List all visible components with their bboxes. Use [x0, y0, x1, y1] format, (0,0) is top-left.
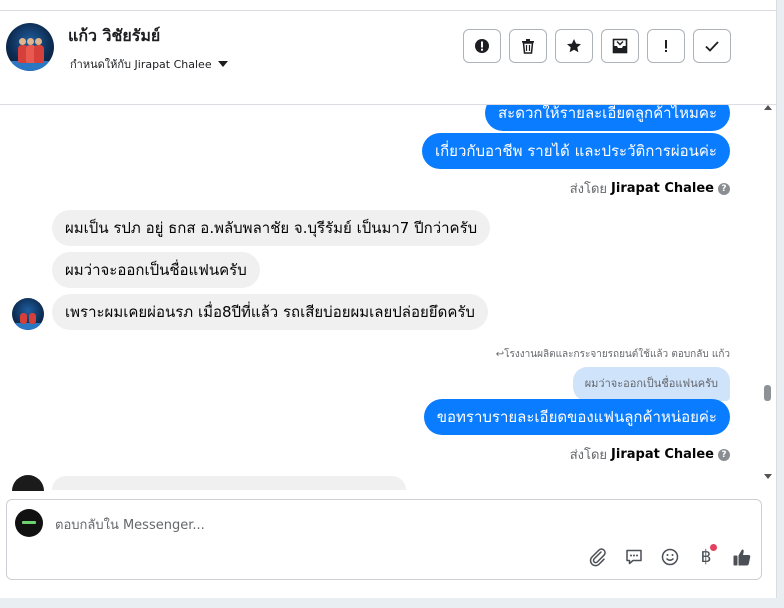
baht-icon: ฿: [700, 547, 712, 567]
caret-down-icon: [217, 61, 228, 67]
outgoing-message[interactable]: ขอทราบรายละเอียดของแฟนลูกค้าหน่อยค่ะ: [423, 399, 730, 435]
outgoing-message[interactable]: สะดวกให้รายละเอียดลูกค้าไหมคะ: [485, 105, 730, 131]
assignee-dropdown[interactable]: กำหนดให้กับ Jirapat Chalee: [70, 55, 228, 73]
mark-done-button[interactable]: [693, 29, 731, 63]
notification-dot: [710, 544, 717, 551]
saved-replies-button[interactable]: [623, 546, 645, 568]
reply-composer[interactable]: ตอบกลับใน Messenger... ฿: [6, 499, 762, 580]
exclamation-icon: [665, 40, 667, 52]
archive-button[interactable]: [601, 29, 639, 63]
mark-important-button[interactable]: [647, 29, 685, 63]
star-icon: [567, 39, 581, 53]
delete-button[interactable]: [509, 29, 547, 63]
check-icon: [705, 41, 719, 52]
sent-by-prefix: ส่งโดย: [569, 182, 608, 197]
reply-input[interactable]: ตอบกลับใน Messenger...: [55, 514, 205, 535]
paperclip-icon: [589, 548, 606, 567]
help-icon[interactable]: ?: [718, 182, 730, 195]
help-icon[interactable]: ?: [718, 448, 730, 461]
inbox-icon: [612, 38, 628, 54]
composer-toolbar: ฿: [587, 544, 753, 568]
alert-circle-icon: [475, 39, 489, 53]
page-avatar: [15, 509, 43, 537]
like-button[interactable]: [731, 546, 753, 568]
smiley-icon: [661, 548, 679, 566]
outgoing-message[interactable]: เกี่ยวกับอาชีพ รายได้ และประวัติการผ่อนค…: [421, 133, 730, 169]
attach-button[interactable]: [587, 546, 609, 568]
sent-by-name: Jirapat Chalee: [611, 181, 714, 196]
report-button[interactable]: [463, 29, 501, 63]
scroll-down-icon[interactable]: [764, 474, 772, 479]
sent-by-prefix: ส่งโดย: [569, 448, 608, 463]
payment-button[interactable]: ฿: [695, 544, 717, 568]
emoji-button[interactable]: [659, 546, 681, 568]
incoming-message[interactable]: เพราะผมเคยผ่อนรภ เมื่อ8ปีที่แล้ว รถเสียบ…: [52, 294, 488, 330]
thumbs-up-icon: [733, 549, 751, 566]
incoming-message[interactable]: ผมว่าจะออกเป็นชื่อแฟนครับ: [52, 252, 260, 288]
sent-by-name: Jirapat Chalee: [611, 447, 714, 462]
incoming-message[interactable]: ผมเป็น รปภ อยู่ ธกส อ.พลับพลาชัย จ.บุรีร…: [52, 210, 491, 246]
message-thread[interactable]: สะดวกให้รายละเอียดลูกค้าไหมคะ เกี่ยวกับอ…: [0, 105, 776, 485]
sender-avatar[interactable]: [12, 298, 44, 330]
star-button[interactable]: [555, 29, 593, 63]
quoted-message[interactable]: ผมว่าจะออกเป็นชื่อแฟนครับ: [572, 367, 730, 401]
scroll-up-icon[interactable]: [764, 105, 772, 110]
header-actions: [463, 29, 731, 63]
chat-bubble-icon: [626, 549, 642, 565]
contact-avatar[interactable]: [6, 23, 54, 71]
contact-name[interactable]: แก้ว วิชัยรัมย์: [68, 24, 160, 49]
trash-icon: [522, 39, 534, 54]
sent-by-label: ส่งโดย Jirapat Chalee ?: [570, 178, 730, 199]
thread-scrollbar[interactable]: [762, 105, 774, 485]
assignee-label: กำหนดให้กับ Jirapat Chalee: [70, 58, 212, 71]
conversation-panel: แก้ว วิชัยรัมย์ กำหนดให้กับ Jirapat Chal…: [0, 0, 777, 598]
incoming-message-partial: [52, 476, 406, 490]
sent-by-label: ส่งโดย Jirapat Chalee ?: [570, 444, 730, 465]
scroll-thumb[interactable]: [764, 385, 771, 401]
reply-context-note: ↩โรงงานผลิตและกระจายรถยนต์ใช้แล้ว ตอบกลั…: [495, 349, 730, 360]
